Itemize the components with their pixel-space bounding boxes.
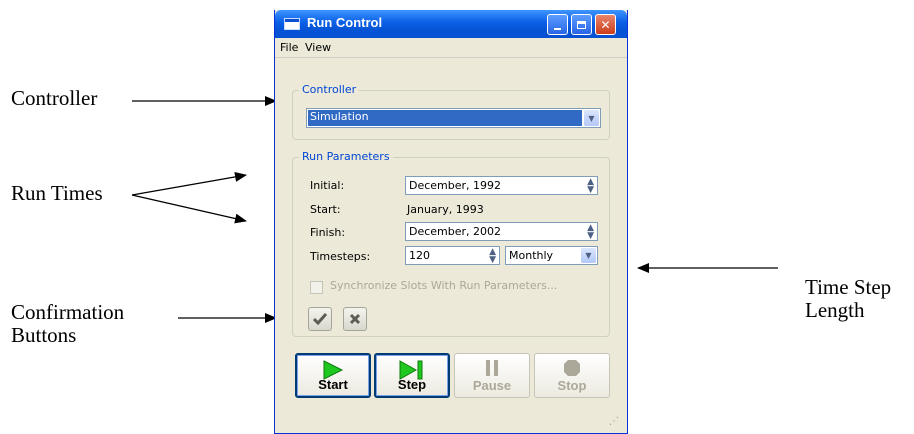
controller-group-title: Controller	[299, 83, 360, 96]
step-button-label: Step	[397, 377, 427, 392]
callout-controller: Controller	[11, 86, 98, 110]
menu-file[interactable]: File	[280, 41, 298, 54]
pause-button-label: Pause	[472, 378, 512, 393]
finish-label: Finish:	[310, 226, 346, 239]
maximize-icon	[577, 20, 586, 29]
pause-button[interactable]: Pause	[454, 353, 530, 398]
initial-date-spinner[interactable]: December, 1992 ▲ ▼	[405, 176, 598, 195]
close-button[interactable]: ✕	[595, 14, 616, 35]
resize-grip-icon[interactable]: ⋰	[609, 416, 619, 427]
checkmark-icon	[313, 313, 327, 325]
cancel-button[interactable]	[343, 307, 367, 331]
finish-date-spinner[interactable]: December, 2002 ▲ ▼	[405, 222, 598, 241]
callout-confirmation-line1: Confirmation	[11, 300, 125, 324]
stop-button[interactable]: Stop	[534, 353, 610, 398]
controller-select-value: Simulation	[308, 110, 582, 126]
start-button[interactable]: Start	[295, 353, 371, 398]
callout-time-step-line2: Length	[805, 298, 865, 322]
timesteps-label: Timesteps:	[310, 250, 371, 263]
callout-time-step-line1: Time Step	[805, 275, 892, 299]
menu-view[interactable]: View	[305, 41, 331, 54]
synchronize-label: Synchronize Slots With Run Parameters...	[330, 279, 558, 292]
chevron-down-icon[interactable]: ▼	[584, 110, 599, 126]
synchronize-checkbox[interactable]	[310, 281, 323, 294]
cross-icon	[349, 313, 361, 325]
controller-select[interactable]: Simulation ▼	[306, 108, 601, 128]
window-icon	[284, 18, 300, 30]
start-value: January, 1993	[407, 203, 484, 216]
spinner-arrows-icon[interactable]: ▲ ▼	[489, 248, 496, 265]
initial-label: Initial:	[310, 179, 345, 192]
run-times-arrow-2	[131, 194, 247, 224]
confirm-button[interactable]	[308, 307, 332, 331]
start-label: Start:	[310, 203, 341, 216]
minimize-button[interactable]	[547, 14, 568, 35]
minimize-icon	[554, 27, 561, 30]
timesteps-spinner[interactable]: 120 ▲ ▼	[405, 246, 500, 265]
maximize-button[interactable]	[571, 14, 592, 35]
spinner-arrows-icon[interactable]: ▲ ▼	[587, 178, 594, 195]
run-parameters-title: Run Parameters	[299, 150, 393, 163]
chevron-down-icon[interactable]: ▼	[581, 248, 596, 263]
spinner-arrows-icon[interactable]: ▲ ▼	[587, 224, 594, 241]
run-times-arrow-1	[131, 171, 247, 196]
window-title: Run Control	[307, 15, 383, 30]
title-bar[interactable]: Run Control ✕	[275, 10, 627, 38]
close-icon: ✕	[600, 17, 611, 32]
stop-icon	[564, 360, 580, 376]
timestep-unit-value: Monthly	[509, 249, 554, 262]
timestep-unit-select[interactable]: Monthly ▼	[505, 246, 598, 265]
menu-bar: File View	[275, 38, 627, 58]
pause-icon	[486, 360, 498, 376]
timesteps-value: 120	[409, 249, 430, 262]
start-button-label: Start	[318, 377, 348, 392]
initial-date-value: December, 1992	[409, 179, 502, 192]
step-button[interactable]: Step	[374, 353, 450, 398]
stop-button-label: Stop	[557, 378, 587, 393]
callout-confirmation-line2: Buttons	[11, 323, 77, 347]
finish-date-value: December, 2002	[409, 225, 502, 238]
callout-run-times: Run Times	[11, 181, 103, 205]
